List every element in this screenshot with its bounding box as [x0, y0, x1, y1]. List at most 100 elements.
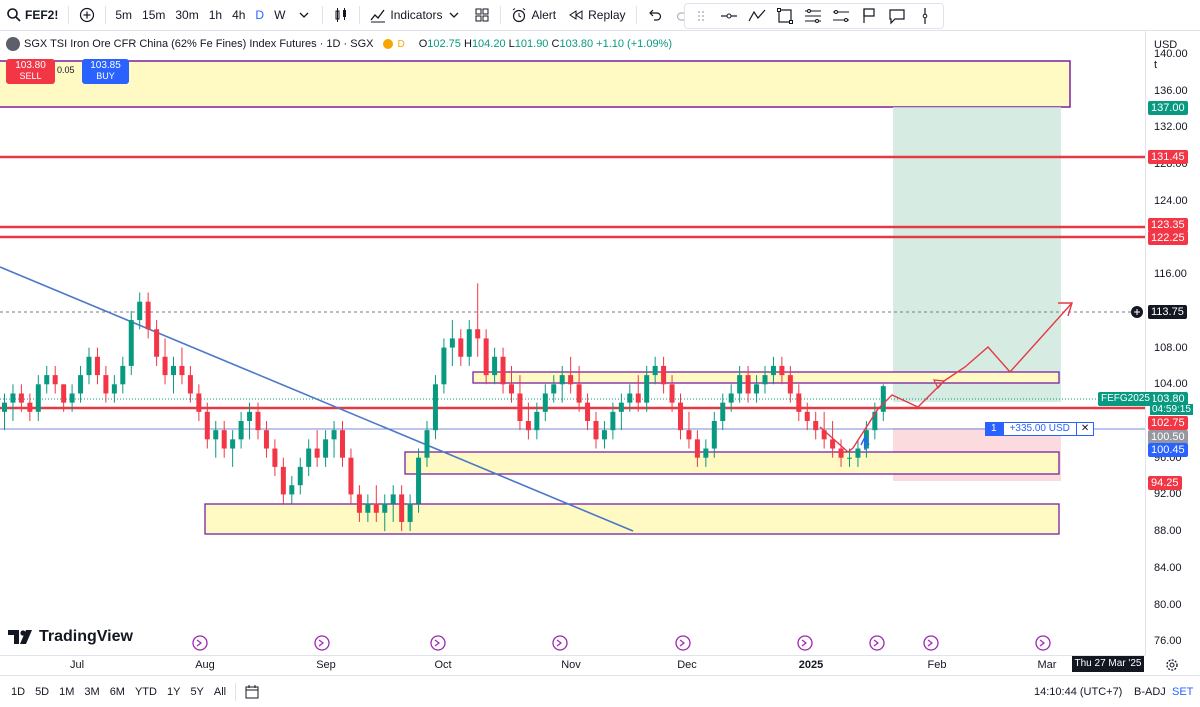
candle-body[interactable] [35, 384, 41, 412]
candle-body[interactable] [880, 386, 886, 412]
candle-body[interactable] [838, 448, 844, 458]
candle-body[interactable] [128, 320, 134, 366]
position-label[interactable]: 1 +335.00 USD ✕ [985, 422, 1095, 436]
candle-body[interactable] [762, 375, 768, 385]
candle-body[interactable] [432, 384, 438, 431]
range-1y[interactable]: 1Y [162, 686, 185, 698]
range-all[interactable]: All [209, 686, 231, 698]
clock-timezone[interactable]: 14:10:44 (UTC+7) [1034, 686, 1122, 698]
candle-body[interactable] [475, 329, 481, 339]
candle-body[interactable] [154, 329, 160, 357]
candle-body[interactable] [86, 356, 92, 376]
candle-body[interactable] [855, 448, 861, 458]
symbol-search[interactable]: FEF2! [0, 0, 64, 31]
buy-button[interactable]: 103.85 BUY [82, 59, 129, 84]
range-ytd[interactable]: YTD [130, 686, 162, 698]
candle-body[interactable] [669, 384, 675, 403]
session-toggle[interactable]: SET [1172, 686, 1193, 698]
economic-event-icon[interactable] [923, 635, 939, 651]
candle-body[interactable] [754, 384, 760, 394]
adjustment-toggle[interactable]: B-ADJ [1134, 686, 1166, 698]
price-axis[interactable]: USD t 140.00136.00132.00128.00124.00120.… [1145, 31, 1200, 655]
candle-body[interactable] [331, 430, 337, 440]
candle-body[interactable] [661, 365, 667, 385]
candle-body[interactable] [517, 393, 523, 421]
candle-body[interactable] [196, 393, 202, 412]
candle-body[interactable] [559, 375, 565, 385]
price-chart[interactable] [0, 31, 1145, 655]
candle-body[interactable] [255, 411, 261, 431]
candle-body[interactable] [492, 356, 498, 376]
candle-body[interactable] [297, 466, 303, 486]
candle-body[interactable] [610, 411, 616, 431]
candle-body[interactable] [18, 393, 24, 403]
downtrend-line[interactable] [0, 266, 634, 532]
candle-body[interactable] [187, 375, 193, 394]
candle-body[interactable] [449, 338, 455, 348]
candle-body[interactable] [289, 485, 295, 495]
candle-body[interactable] [238, 421, 244, 440]
candle-body[interactable] [551, 384, 557, 394]
drag-handle-icon[interactable] [691, 6, 711, 26]
candle-body[interactable] [804, 411, 810, 421]
support-zone-low[interactable] [204, 503, 1060, 535]
candle-body[interactable] [272, 448, 278, 467]
candle-body[interactable] [230, 439, 236, 449]
economic-event-icon[interactable] [1035, 635, 1051, 651]
interval-4h[interactable]: 4h [227, 0, 250, 31]
candle-body[interactable] [424, 430, 430, 458]
candle-body[interactable] [221, 430, 227, 449]
candle-body[interactable] [356, 494, 362, 513]
unit-label[interactable]: t [1154, 59, 1157, 71]
candle-body[interactable] [111, 384, 117, 394]
time-axis[interactable]: Jul Aug Sep Oct Nov Dec 2025 Feb Mar [0, 655, 1145, 675]
range-5d[interactable]: 5D [30, 686, 54, 698]
candle-body[interactable] [576, 384, 582, 403]
undo-button[interactable] [641, 0, 669, 31]
interval-w[interactable]: W [269, 0, 290, 31]
candle-body[interactable] [568, 375, 574, 385]
target-area[interactable] [893, 107, 1061, 402]
candle-body[interactable] [314, 448, 320, 458]
candle-body[interactable] [416, 457, 422, 504]
candle-body[interactable] [542, 393, 548, 412]
horizontal-line-tool-icon[interactable] [719, 6, 739, 26]
candle-body[interactable] [103, 375, 109, 394]
candle-body[interactable] [94, 356, 100, 376]
range-3m[interactable]: 3M [79, 686, 104, 698]
candle-body[interactable] [340, 430, 345, 458]
callout-tool-icon[interactable] [887, 6, 907, 26]
candle-body[interactable] [787, 375, 793, 394]
candle-body[interactable] [652, 365, 658, 376]
economic-event-icon[interactable] [430, 635, 446, 651]
fib-tool-icon[interactable] [803, 6, 823, 26]
candle-body[interactable] [373, 503, 379, 513]
candle-body[interactable] [703, 448, 709, 458]
candle-body[interactable] [525, 421, 531, 431]
candle-body[interactable] [458, 338, 464, 357]
interval-1h[interactable]: 1h [204, 0, 227, 31]
candle-body[interactable] [720, 402, 726, 421]
candle-body[interactable] [10, 393, 16, 403]
economic-event-icon[interactable] [192, 635, 208, 651]
range-5y[interactable]: 5Y [185, 686, 208, 698]
gear-icon[interactable] [1164, 657, 1180, 673]
candle-body[interactable] [678, 402, 683, 431]
candle-body[interactable] [399, 494, 405, 522]
candle-body[interactable] [120, 365, 126, 385]
candle-body[interactable] [280, 466, 286, 495]
range-6m[interactable]: 6M [105, 686, 130, 698]
path-tool-icon[interactable] [747, 6, 767, 26]
interval-5m[interactable]: 5m [110, 0, 137, 31]
candle-body[interactable] [145, 301, 151, 330]
candle-body[interactable] [618, 402, 624, 412]
candle-body[interactable] [593, 421, 599, 440]
candle-body[interactable] [348, 457, 354, 495]
candle-body[interactable] [686, 430, 692, 440]
candle-body[interactable] [179, 365, 185, 376]
candle-body[interactable] [382, 503, 388, 513]
candle-body[interactable] [390, 494, 396, 504]
alert-button[interactable]: Alert [505, 0, 562, 31]
candle-body[interactable] [644, 375, 650, 403]
candle-body[interactable] [78, 375, 84, 394]
